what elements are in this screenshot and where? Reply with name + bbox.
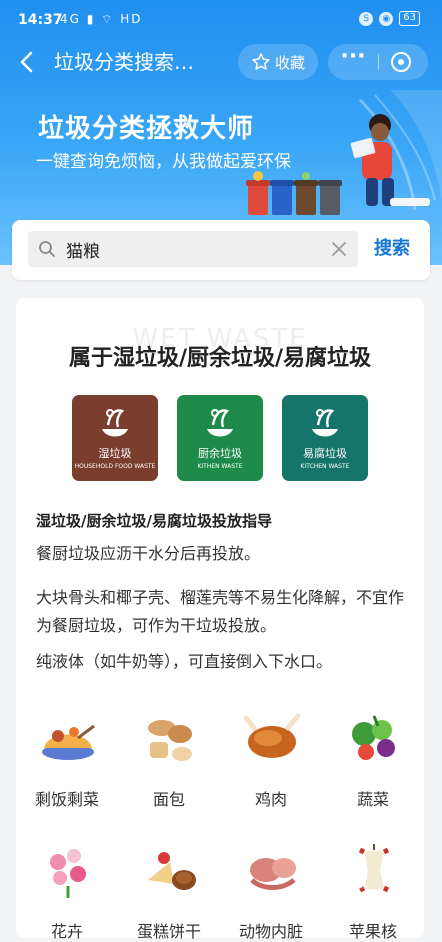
organs-icon: [250, 858, 296, 890]
cake-icon: [148, 852, 196, 890]
favorite-label: 收藏: [274, 53, 305, 72]
close-miniprogram-button[interactable]: [390, 51, 412, 73]
search-icon: [39, 241, 55, 257]
item-label: 鸡肉: [254, 790, 287, 809]
capsule-menu: ···: [328, 44, 428, 80]
bin-en-label: KITHEN WASTE: [197, 463, 243, 470]
vegetables-icon: [352, 715, 395, 760]
bin-household-food-waste: 湿垃圾 HOUSEHOLD FOOD WASTE: [72, 395, 158, 481]
food-waste-icon: [102, 409, 128, 437]
bread-icon: [148, 720, 192, 761]
more-button[interactable]: ···: [328, 44, 378, 80]
recycling-illustration: [246, 90, 442, 215]
capsule-divider: [378, 54, 379, 70]
flowers-icon: [50, 849, 86, 898]
bin-perishable-waste: 易腐垃圾 KITCHEN WASTE: [282, 395, 368, 481]
guide-paragraph: 餐厨垃圾应沥干水分后再投放。: [36, 544, 261, 563]
back-button[interactable]: [14, 48, 42, 76]
status-time: 14:37: [18, 12, 63, 28]
food-waste-icon: [207, 409, 233, 437]
item-label: 剩饭剩菜: [34, 790, 99, 809]
item-label: 动物内脏: [238, 922, 303, 941]
star-icon: [252, 53, 270, 70]
banner-title: 垃圾分类拯救大师: [38, 114, 255, 144]
bin-label: 湿垃圾: [98, 447, 132, 460]
bin-label: 易腐垃圾: [303, 447, 347, 460]
search-bar: 搜索: [12, 220, 430, 280]
result-title: 属于湿垃圾/厨余垃圾/易腐垃圾: [68, 346, 372, 371]
bin-icons: 湿垃圾 HOUSEHOLD FOOD WASTE 厨余垃圾 KITHEN WAS…: [72, 395, 368, 481]
site-watermark: 系统之家: [312, 875, 368, 891]
item-label: 花卉: [50, 922, 83, 941]
search-field[interactable]: [28, 231, 358, 267]
search-button[interactable]: 搜索: [364, 231, 420, 267]
vpn-icon: S: [359, 11, 374, 26]
search-input[interactable]: [66, 231, 316, 267]
status-right-icons: S ◉ 63: [359, 11, 420, 26]
result-card: WET WASTE 属于湿垃圾/厨余垃圾/易腐垃圾 湿垃圾 HOUSEHOLD …: [16, 298, 424, 941]
bin-kitchen-waste: 厨余垃圾 KITHEN WASTE: [177, 395, 263, 481]
item-label: 蔬菜: [356, 790, 389, 809]
close-circle-icon: [391, 52, 411, 72]
item-label: 面包: [152, 790, 185, 809]
bin-en-label: HOUSEHOLD FOOD WASTE: [74, 463, 156, 470]
chevron-left-icon: [20, 51, 33, 73]
navigation-bar: 垃圾分类搜索… 收藏 ···: [0, 40, 442, 84]
status-bar: 14:37 4G ▮ ⌔ HD S ◉ 63: [0, 0, 442, 40]
item-label: 蛋糕饼干: [136, 922, 201, 941]
guide-paragraph: 纯液体（如牛奶等），可直接倒入下水口。: [36, 652, 333, 671]
lock-icon: ◉: [379, 11, 394, 26]
leftovers-icon: [42, 724, 95, 760]
chicken-icon: [243, 713, 301, 758]
guide-title: 湿垃圾/厨余垃圾/易腐垃圾投放指导: [36, 512, 272, 530]
guide-paragraph: 大块骨头和椰子壳、榴莲壳等不易生化降解，不宜作为餐厨垃圾，可作为干垃圾投放。: [36, 588, 405, 635]
bin-label: 厨余垃圾: [198, 447, 242, 460]
favorite-button[interactable]: 收藏: [238, 44, 318, 80]
clear-icon[interactable]: [330, 240, 348, 258]
page-title: 垃圾分类搜索…: [54, 50, 194, 74]
bin-en-label: KITCHEN WASTE: [300, 463, 350, 470]
item-label: 苹果核: [348, 922, 397, 941]
signal-icons: 4G ▮ ⌔ HD: [60, 12, 143, 26]
battery-icon: 63: [399, 11, 420, 26]
food-waste-icon: [312, 409, 338, 437]
